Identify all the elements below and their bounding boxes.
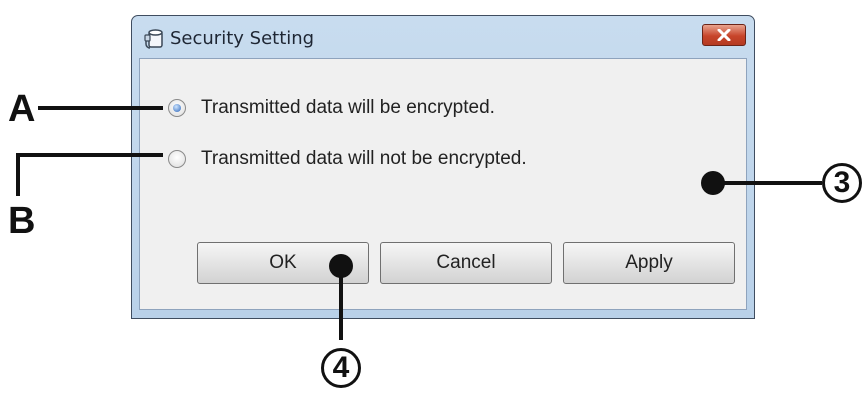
callout-3-dot	[701, 171, 725, 195]
callout-b: B	[8, 200, 36, 242]
callout-4: 4	[321, 348, 361, 388]
callout-4-dot	[329, 254, 353, 278]
callout-a: A	[8, 88, 36, 130]
callout-b-line	[16, 153, 163, 196]
callout-lines	[16, 106, 822, 340]
callout-3: 3	[822, 163, 862, 203]
